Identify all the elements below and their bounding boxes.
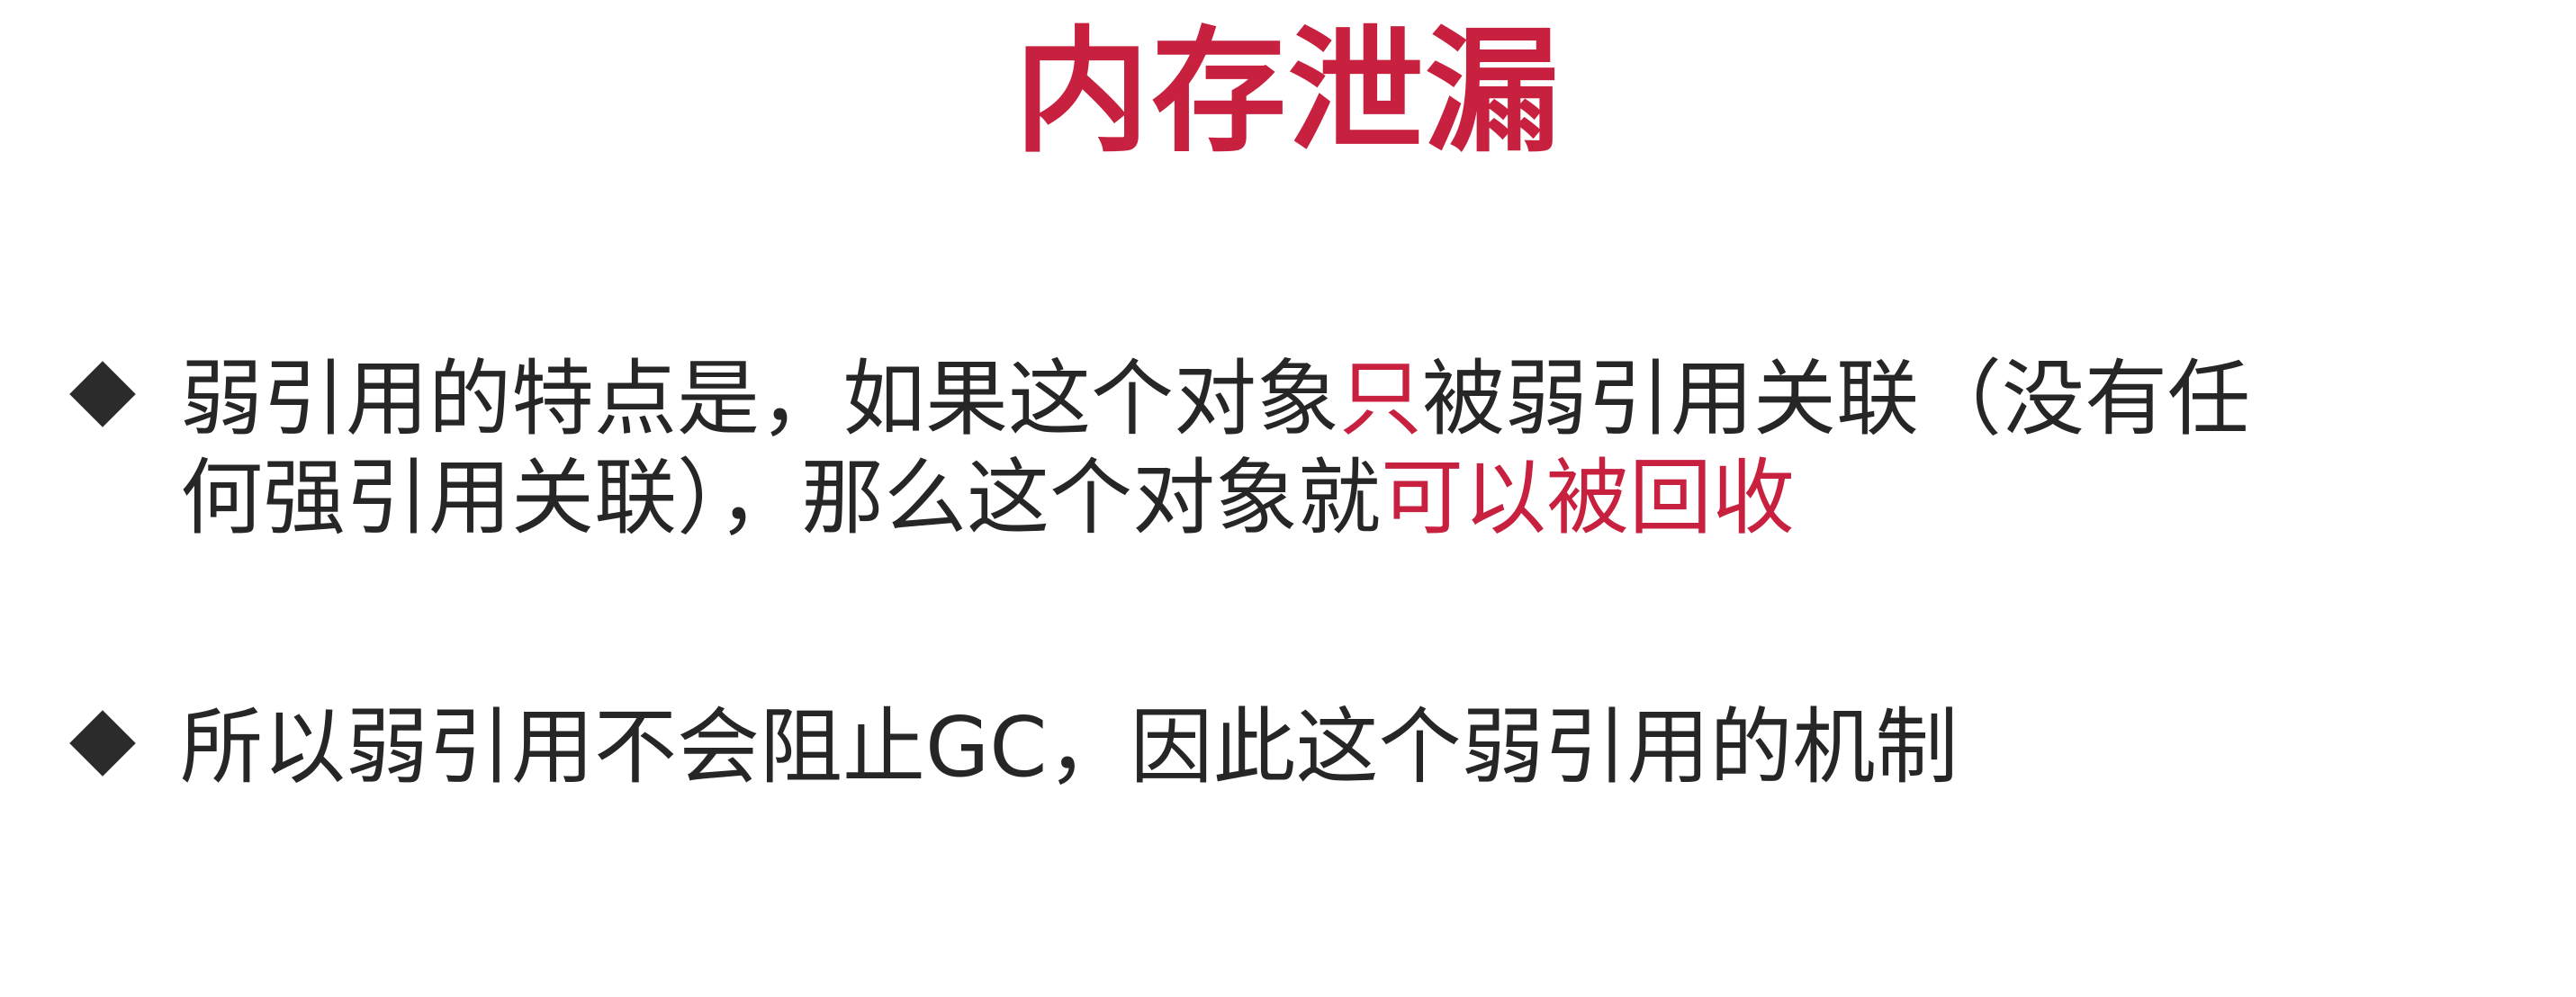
bullet-1-line-2-text-a: 何强引用关联），那么这个对象就 <box>180 450 1382 546</box>
diamond-bullet-icon <box>69 361 136 427</box>
bullet-1-line-1-text-a: 弱引用的特点是，如果这个对象 <box>180 351 1340 447</box>
diamond-bullet-icon <box>69 710 136 777</box>
slide: 内存泄漏 弱引用的特点是，如果这个对象只被弱引用关联（没有任 何强引用关联），那… <box>0 0 2576 997</box>
bullet-1-line-2: 何强引用关联），那么这个对象就可以被回收 <box>180 448 1795 549</box>
slide-title: 内存泄漏 <box>1013 14 1562 171</box>
bullet-1-line-1-highlight: 只 <box>1339 351 1423 447</box>
bullet-1-line-1-text-b: 被弱引用关联（没有任 <box>1422 351 2251 447</box>
bullet-1-line-1: 弱引用的特点是，如果这个对象只被弱引用关联（没有任 <box>180 349 2250 450</box>
bullet-2-line-1: 所以弱引用不会阻止GC，因此这个弱引用的机制 <box>180 699 1959 795</box>
bullet-1-line-2-highlight: 可以被回收 <box>1381 450 1796 546</box>
